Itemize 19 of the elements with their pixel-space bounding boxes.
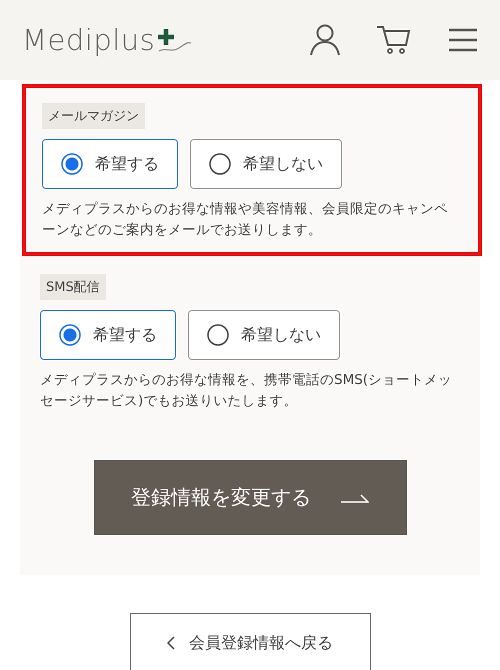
back-button[interactable]: 会員登録情報へ戻る (130, 613, 370, 670)
option-label: 希望しない (241, 324, 321, 346)
description-text: メディプラスからのお得な情報や美容情報、会員限定のキャンペーンなどのご案内をメールでお送りします。 (42, 200, 449, 240)
radio-option[interactable]: 希望する (40, 310, 176, 360)
field-label: SMS配信 (40, 274, 106, 300)
radio-option[interactable]: 希望しない (188, 310, 340, 360)
radio-option[interactable]: 希望する (42, 139, 178, 189)
logo[interactable]: Mediplus (22, 23, 156, 57)
menu-icon[interactable] (448, 28, 478, 52)
field-label: メールマガジン (42, 103, 145, 129)
chevron-left-icon (167, 636, 175, 650)
option-label: 希望する (95, 154, 159, 174)
cart-icon[interactable] (376, 25, 412, 55)
radio-option[interactable]: 希望しない (190, 139, 342, 189)
option-label: 希望する (93, 324, 157, 346)
user-icon[interactable] (310, 24, 340, 56)
submit-button[interactable]: 登録情報を変更する (94, 460, 406, 535)
description-text: メディプラスからのお得な情報を、携帯電話のSMS(ショートメッセージサービス)でもお送りいたします。 (40, 371, 454, 411)
option-label: 希望しない (243, 154, 323, 174)
